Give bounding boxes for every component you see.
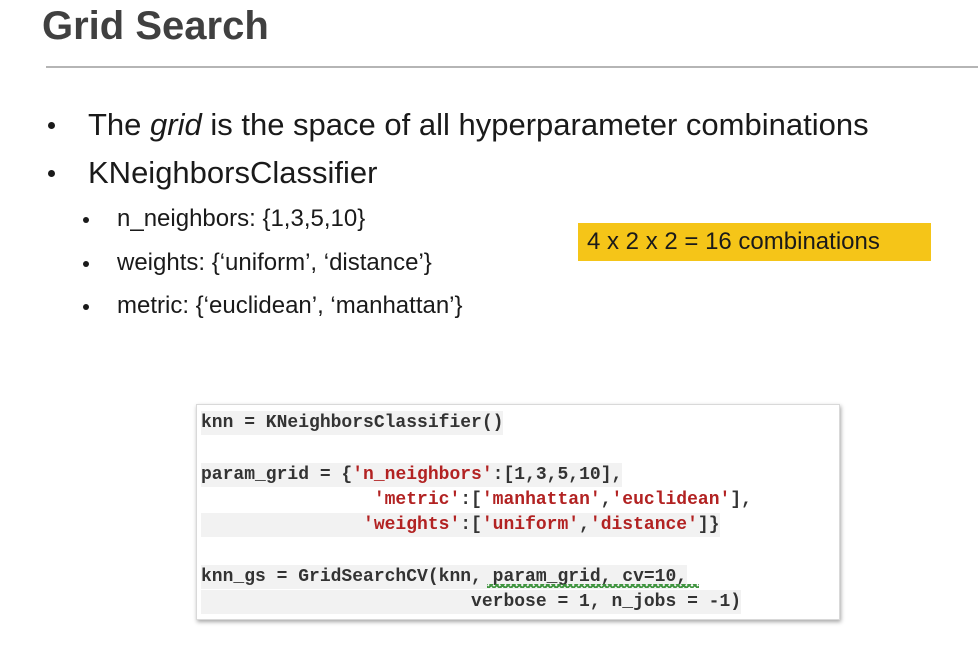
code-text: param_grid = { — [201, 465, 353, 485]
bullet-dot-icon — [48, 170, 55, 177]
code-line: knn_gs = GridSearchCV(knn, param_grid, c… — [201, 565, 699, 589]
sub-bullet-dot-icon — [83, 261, 89, 267]
code-string: 'manhattan' — [481, 490, 601, 510]
slide-title: Grid Search — [42, 4, 269, 48]
sub-bullet-metric: metric: {‘euclidean’, ‘manhattan’} — [83, 291, 463, 321]
sub-bullet-text: metric: {‘euclidean’, ‘manhattan’} — [117, 292, 463, 319]
code-line: knn = KNeighborsClassifier() — [201, 411, 504, 435]
code-string: 'uniform' — [481, 515, 580, 535]
code-string: 'metric' — [373, 490, 461, 510]
sub-bullet-n-neighbors: n_neighbors: {1,3,5,10} — [83, 204, 366, 234]
code-string: 'distance' — [589, 515, 698, 535]
bullet-text-after: is the space of all hyperparameter combi… — [201, 107, 869, 142]
code-text: :[ — [460, 515, 482, 535]
combinations-callout: 4 x 2 x 2 = 16 combinations — [578, 223, 931, 261]
code-line: param_grid = {'n_neighbors':[1,3,5,10], — [201, 463, 623, 487]
code-string: 'weights' — [363, 515, 461, 535]
sub-bullet-weights: weights: {‘uniform’, ‘distance’} — [83, 248, 432, 278]
code-text: , — [579, 515, 590, 535]
code-block: knn = KNeighborsClassifier() param_grid … — [196, 404, 840, 620]
title-divider — [46, 66, 978, 68]
bullet-dot-icon — [48, 122, 55, 129]
code-text: :[ — [460, 490, 482, 510]
code-string: 'n_neighbors' — [352, 465, 493, 485]
sub-bullet-dot-icon — [83, 304, 89, 310]
code-line: 'metric':['manhattan','euclidean'], — [201, 488, 752, 512]
bullet-text-before: The — [88, 107, 151, 142]
bullet-item-classifier: KNeighborsClassifier — [48, 155, 378, 191]
sub-bullet-text: weights: {‘uniform’, ‘distance’} — [117, 249, 432, 276]
code-line: verbose = 1, n_jobs = -1) — [201, 590, 742, 614]
code-text: :[1,3,5,10], — [492, 465, 623, 485]
code-text: , — [600, 490, 612, 510]
sub-bullet-dot-icon — [83, 217, 89, 223]
code-string: 'euclidean' — [611, 490, 731, 510]
code-text: ]} — [697, 515, 720, 535]
spellcheck-squiggle-icon — [487, 584, 699, 588]
bullet-text: KNeighborsClassifier — [88, 155, 378, 190]
bullet-text-emphasis: grid — [150, 107, 202, 142]
code-text: ], — [730, 490, 752, 510]
sub-bullet-text: n_neighbors: {1,3,5,10} — [117, 205, 366, 232]
code-line: 'weights':['uniform','distance']} — [201, 513, 720, 537]
bullet-item-grid: The grid is the space of all hyperparame… — [48, 107, 869, 143]
